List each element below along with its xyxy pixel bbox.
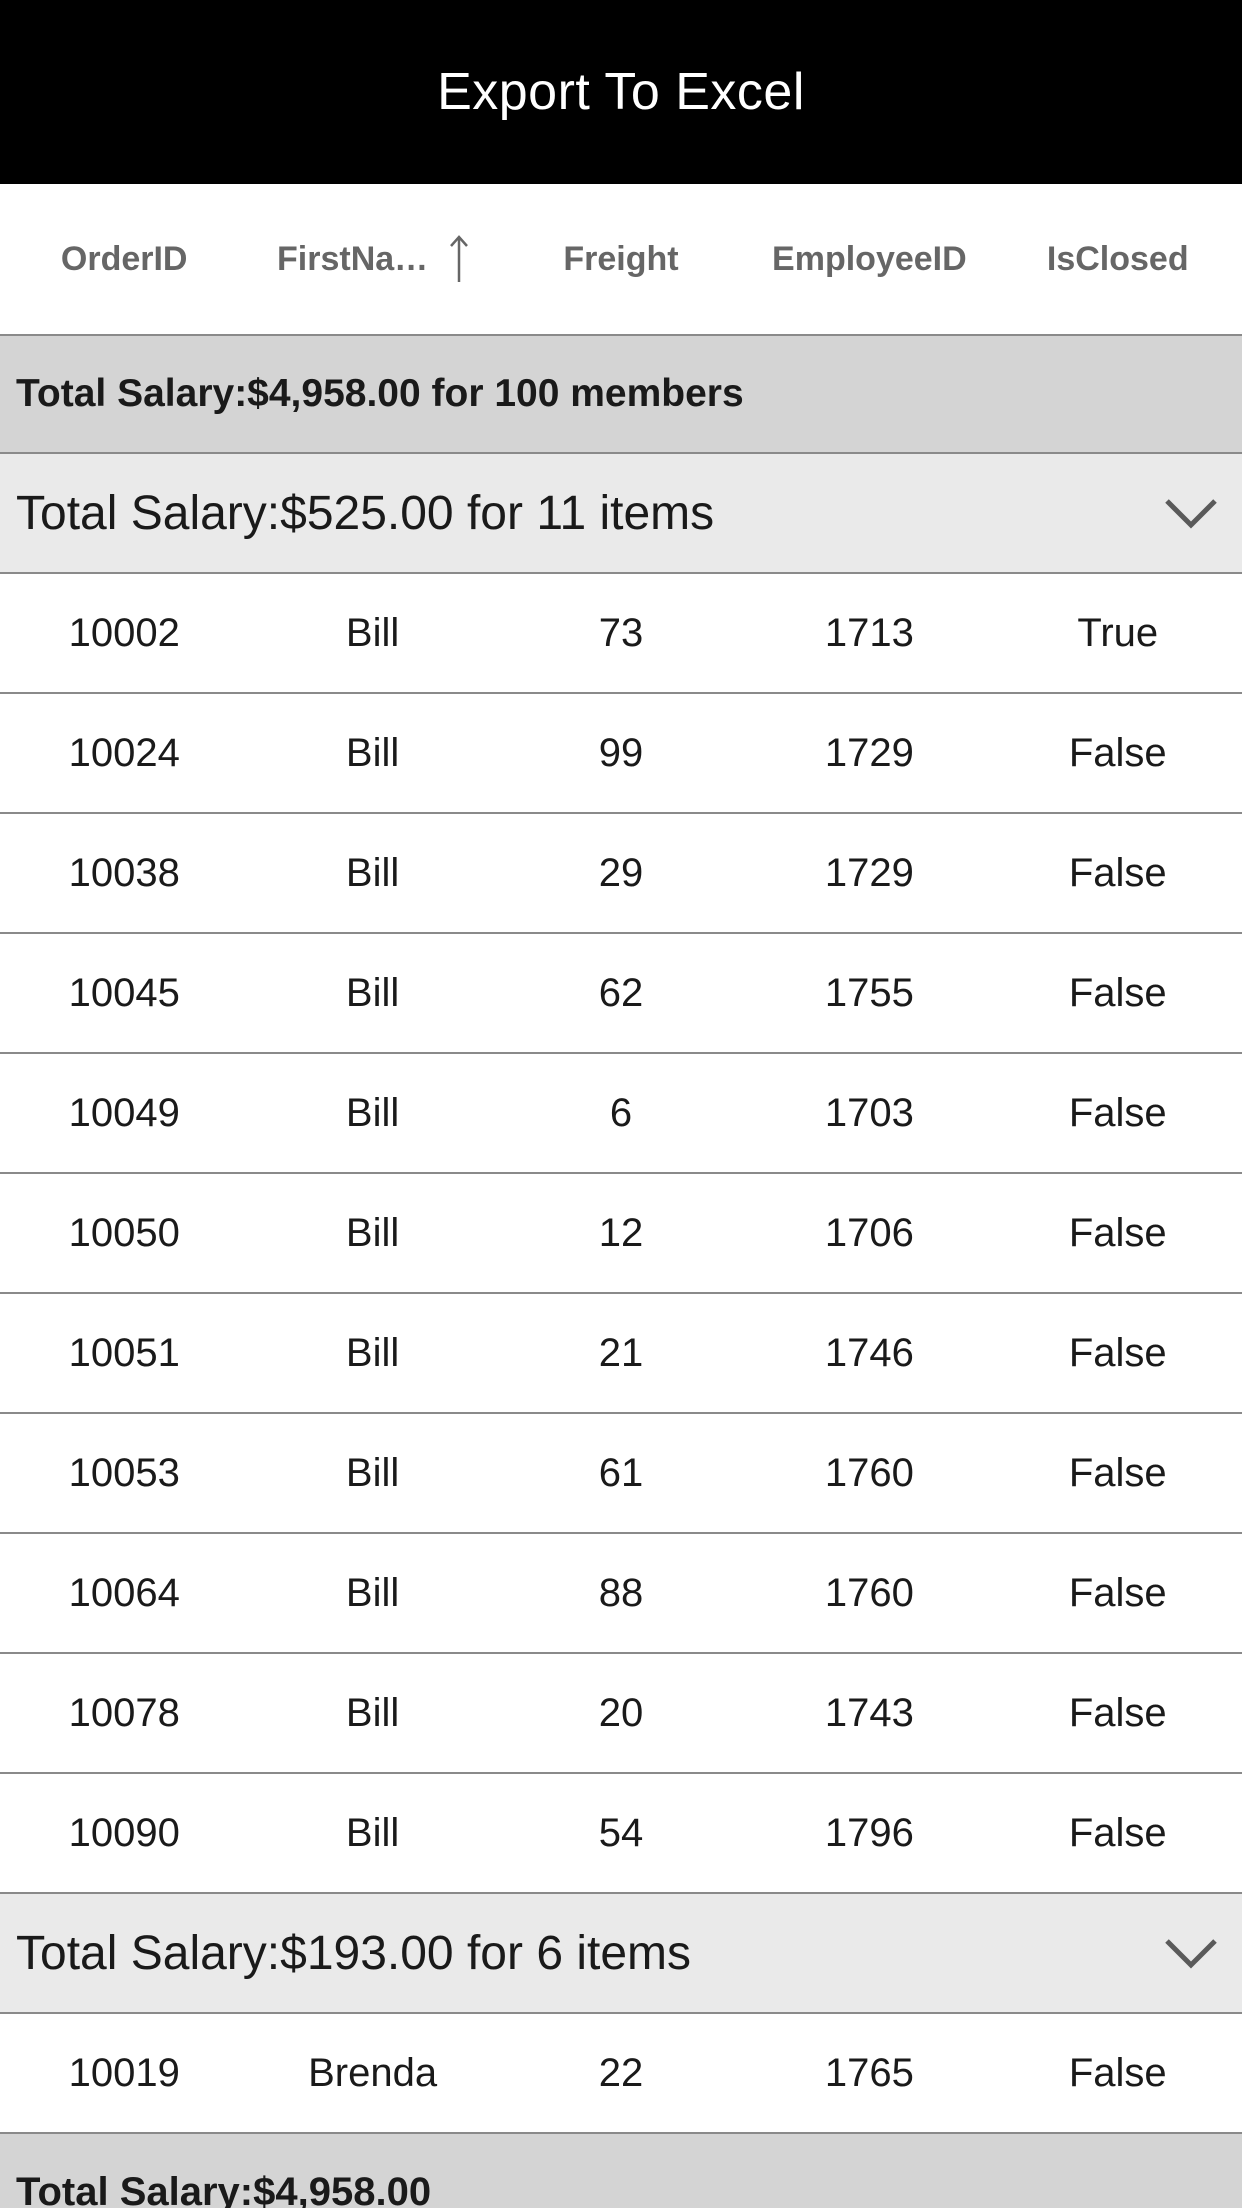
export-toolbar: Export To Excel	[0, 0, 1242, 184]
cell-employeeid: 1760	[824, 1450, 914, 1495]
header-orderid[interactable]: OrderID	[0, 184, 248, 334]
cell-isclosed: False	[1068, 850, 1167, 895]
cell-freight: 99	[598, 730, 644, 775]
table-row[interactable]: 10045 Bill 62 1755 False	[0, 934, 1242, 1054]
cell-firstname: Bill	[345, 970, 400, 1015]
header-isclosed[interactable]: IsClosed	[994, 184, 1242, 334]
table-row[interactable]: 10050 Bill 12 1706 False	[0, 1174, 1242, 1294]
cell-freight: 21	[598, 1330, 644, 1375]
table-row[interactable]: 10064 Bill 88 1760 False	[0, 1534, 1242, 1654]
cell-isclosed: False	[1068, 730, 1167, 775]
cell-employeeid: 1765	[824, 2050, 914, 2095]
cell-firstname: Bill	[345, 1450, 400, 1495]
cell-employeeid: 1746	[824, 1330, 914, 1375]
cell-freight: 20	[598, 1690, 644, 1735]
header-firstname[interactable]: FirstNa…	[248, 184, 496, 334]
cell-orderid: 10038	[68, 850, 180, 895]
table-row[interactable]: 10090 Bill 54 1796 False	[0, 1774, 1242, 1894]
cell-freight: 54	[598, 1810, 644, 1855]
arrow-up-icon	[450, 234, 469, 284]
cell-employeeid: 1713	[824, 610, 914, 655]
header-freight[interactable]: Freight	[497, 184, 745, 334]
cell-employeeid: 1796	[824, 1810, 914, 1855]
cell-isclosed: False	[1068, 1450, 1167, 1495]
cell-freight: 88	[598, 1570, 644, 1615]
cell-firstname: Bill	[345, 1330, 400, 1375]
table-row[interactable]: 10019 Brenda 22 1765 False	[0, 2014, 1242, 2134]
group-caption-text: Total Salary:$193.00 for 6 items	[16, 1926, 692, 1980]
cell-employeeid: 1729	[824, 730, 914, 775]
cell-orderid: 10049	[68, 1090, 180, 1135]
group-caption-row[interactable]: Total Salary:$193.00 for 6 items	[0, 1894, 1242, 2014]
cell-isclosed: False	[1068, 1090, 1167, 1135]
cell-orderid: 10078	[68, 1690, 180, 1735]
cell-freight: 12	[598, 1210, 644, 1255]
cell-employeeid: 1706	[824, 1210, 914, 1255]
cell-firstname: Bill	[345, 850, 400, 895]
table-row[interactable]: 10051 Bill 21 1746 False	[0, 1294, 1242, 1414]
table-row[interactable]: 10038 Bill 29 1729 False	[0, 814, 1242, 934]
table-summary-row: Total Salary:$4,958.00	[0, 2134, 1242, 2208]
header-label: EmployeeID	[772, 239, 967, 278]
grid-header-row: OrderID FirstNa… Freight EmployeeID IsCl…	[0, 184, 1242, 336]
table-row[interactable]: 10002 Bill 73 1713 True	[0, 574, 1242, 694]
cell-isclosed: False	[1068, 1330, 1167, 1375]
table-row[interactable]: 10049 Bill 6 1703 False	[0, 1054, 1242, 1174]
table-row[interactable]: 10078 Bill 20 1743 False	[0, 1654, 1242, 1774]
cell-employeeid: 1703	[824, 1090, 914, 1135]
export-to-excel-button[interactable]: Export To Excel	[407, 52, 835, 132]
header-employeeid[interactable]: EmployeeID	[745, 184, 993, 334]
caption-summary-row: Total Salary:$4,958.00 for 100 members	[0, 336, 1242, 454]
header-label: FirstNa…	[277, 239, 429, 278]
cell-freight: 22	[598, 2050, 644, 2095]
caption-summary-text: Total Salary:$4,958.00 for 100 members	[16, 372, 744, 415]
cell-orderid: 10051	[68, 1330, 180, 1375]
cell-firstname: Bill	[345, 1690, 400, 1735]
table-row[interactable]: 10024 Bill 99 1729 False	[0, 694, 1242, 814]
header-label: Freight	[563, 239, 679, 278]
cell-freight: 61	[598, 1450, 644, 1495]
cell-orderid: 10045	[68, 970, 180, 1015]
table-row[interactable]: 10053 Bill 61 1760 False	[0, 1414, 1242, 1534]
cell-isclosed: True	[1077, 610, 1159, 655]
cell-freight: 62	[598, 970, 644, 1015]
cell-isclosed: False	[1068, 1690, 1167, 1735]
cell-freight: 73	[598, 610, 644, 655]
header-label: IsClosed	[1046, 239, 1189, 278]
header-label: OrderID	[60, 239, 188, 278]
cell-firstname: Bill	[345, 1090, 400, 1135]
cell-orderid: 10002	[68, 610, 180, 655]
cell-employeeid: 1760	[824, 1570, 914, 1615]
chevron-down-icon[interactable]	[1164, 1935, 1218, 1971]
table-summary-text: Total Salary:$4,958.00	[16, 2170, 432, 2208]
cell-orderid: 10090	[68, 1810, 180, 1855]
cell-employeeid: 1743	[824, 1690, 914, 1735]
datagrid-app: Export To Excel OrderID FirstNa… Freight…	[0, 0, 1242, 2208]
cell-isclosed: False	[1068, 1210, 1167, 1255]
cell-freight: 29	[598, 850, 644, 895]
cell-orderid: 10064	[68, 1570, 180, 1615]
cell-isclosed: False	[1068, 1570, 1167, 1615]
cell-firstname: Bill	[345, 1570, 400, 1615]
cell-orderid: 10050	[68, 1210, 180, 1255]
cell-orderid: 10053	[68, 1450, 180, 1495]
cell-orderid: 10019	[68, 2050, 180, 2095]
cell-firstname: Brenda	[308, 2050, 438, 2095]
cell-firstname: Bill	[345, 1210, 400, 1255]
group-caption-row[interactable]: Total Salary:$525.00 for 11 items	[0, 454, 1242, 574]
cell-employeeid: 1729	[824, 850, 914, 895]
cell-firstname: Bill	[345, 610, 400, 655]
cell-firstname: Bill	[345, 730, 400, 775]
group-caption-text: Total Salary:$525.00 for 11 items	[16, 486, 715, 540]
cell-isclosed: False	[1068, 970, 1167, 1015]
cell-freight: 6	[609, 1090, 633, 1135]
chevron-down-icon[interactable]	[1164, 495, 1218, 531]
cell-firstname: Bill	[345, 1810, 400, 1855]
cell-orderid: 10024	[68, 730, 180, 775]
cell-employeeid: 1755	[824, 970, 914, 1015]
cell-isclosed: False	[1068, 1810, 1167, 1855]
cell-isclosed: False	[1068, 2050, 1167, 2095]
